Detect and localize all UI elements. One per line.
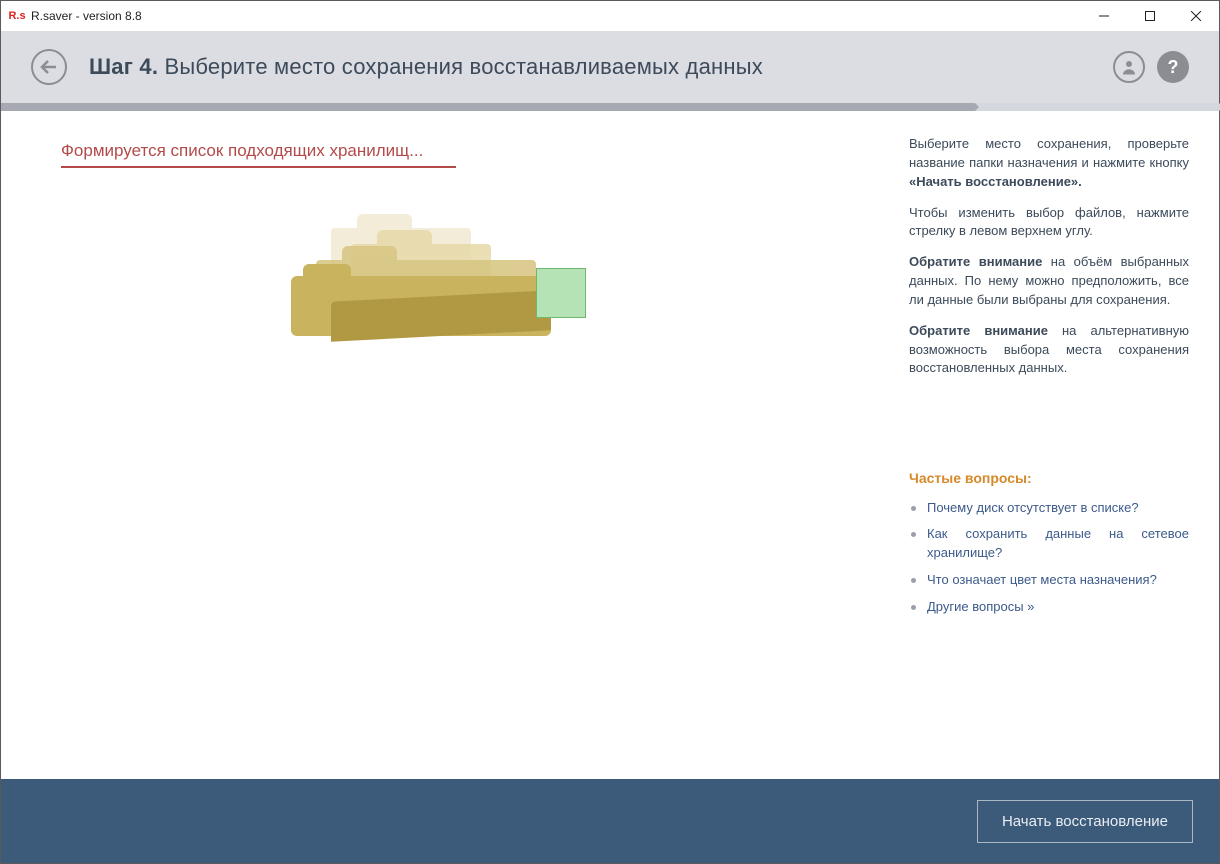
faq-heading: Частые вопросы: bbox=[909, 468, 1189, 488]
progress-steps bbox=[1, 103, 1219, 111]
status-progress-bar bbox=[61, 166, 456, 168]
step-title: Выберите место сохранения восстанавливае… bbox=[164, 54, 762, 79]
faq-link-1[interactable]: Почему диск отсутствует в списке? bbox=[909, 499, 1189, 518]
help-para-2: Чтобы изменить выбор файлов, нажмите стр… bbox=[909, 204, 1189, 242]
faq-link-4[interactable]: Другие вопросы » bbox=[909, 598, 1189, 617]
app-icon: R.s bbox=[9, 8, 25, 24]
maximize-icon bbox=[1145, 11, 1155, 21]
faq-list: Почему диск отсутствует в списке? Как со… bbox=[909, 499, 1189, 617]
help-para-1-text: Выберите место сохранения, проверьте наз… bbox=[909, 136, 1189, 170]
help-button[interactable]: ? bbox=[1157, 51, 1189, 83]
user-button[interactable] bbox=[1113, 51, 1145, 83]
start-recovery-button[interactable]: Начать восстановление bbox=[977, 800, 1193, 843]
header-icons: ? bbox=[1113, 51, 1189, 83]
folder-front bbox=[291, 276, 551, 336]
folder-illustration bbox=[291, 228, 611, 338]
maximize-button[interactable] bbox=[1127, 1, 1173, 31]
step-seg-5 bbox=[975, 103, 1219, 111]
window-title: R.saver - version 8.8 bbox=[31, 9, 142, 23]
help-para-4: Обратите внимание на альтернативную возм… bbox=[909, 322, 1189, 379]
faq-link-2[interactable]: Как сохранить данные на сетевое хранилищ… bbox=[909, 525, 1189, 563]
help-panel: Выберите место сохранения, проверьте наз… bbox=[899, 135, 1189, 779]
help-para-4-bold: Обратите внимание bbox=[909, 323, 1048, 338]
step-seg-2 bbox=[245, 103, 489, 111]
back-button[interactable] bbox=[31, 49, 67, 85]
main-panel: Формируется список подходящих хранилищ..… bbox=[61, 135, 899, 779]
help-para-3-bold: Обратите внимание bbox=[909, 254, 1042, 269]
status-text: Формируется список подходящих хранилищ..… bbox=[61, 135, 899, 165]
step-seg-1 bbox=[1, 103, 245, 111]
close-icon bbox=[1191, 11, 1201, 21]
header: Шаг 4. Выберите место сохранения восстан… bbox=[1, 31, 1219, 103]
user-icon bbox=[1120, 58, 1138, 76]
help-para-3: Обратите внимание на объём выбранных дан… bbox=[909, 253, 1189, 310]
page-title: Шаг 4. Выберите место сохранения восстан… bbox=[89, 54, 763, 80]
destination-marker bbox=[536, 268, 586, 318]
minimize-icon bbox=[1099, 11, 1109, 21]
content-area: Формируется список подходящих хранилищ..… bbox=[1, 111, 1219, 779]
help-para-1-bold: «Начать восстановление». bbox=[909, 174, 1082, 189]
step-label: Шаг 4. bbox=[89, 54, 158, 79]
minimize-button[interactable] bbox=[1081, 1, 1127, 31]
close-button[interactable] bbox=[1173, 1, 1219, 31]
titlebar: R.s R.saver - version 8.8 bbox=[1, 1, 1219, 31]
faq-link-3[interactable]: Что означает цвет места назначения? bbox=[909, 571, 1189, 590]
footer: Начать восстановление bbox=[1, 779, 1219, 863]
arrow-left-icon bbox=[40, 60, 58, 74]
help-icon: ? bbox=[1168, 57, 1179, 78]
step-seg-4 bbox=[732, 103, 976, 111]
app-window: R.s R.saver - version 8.8 Шаг 4. Выберит… bbox=[0, 0, 1220, 864]
help-para-1: Выберите место сохранения, проверьте наз… bbox=[909, 135, 1189, 192]
window-controls bbox=[1081, 1, 1219, 31]
step-seg-3 bbox=[488, 103, 732, 111]
